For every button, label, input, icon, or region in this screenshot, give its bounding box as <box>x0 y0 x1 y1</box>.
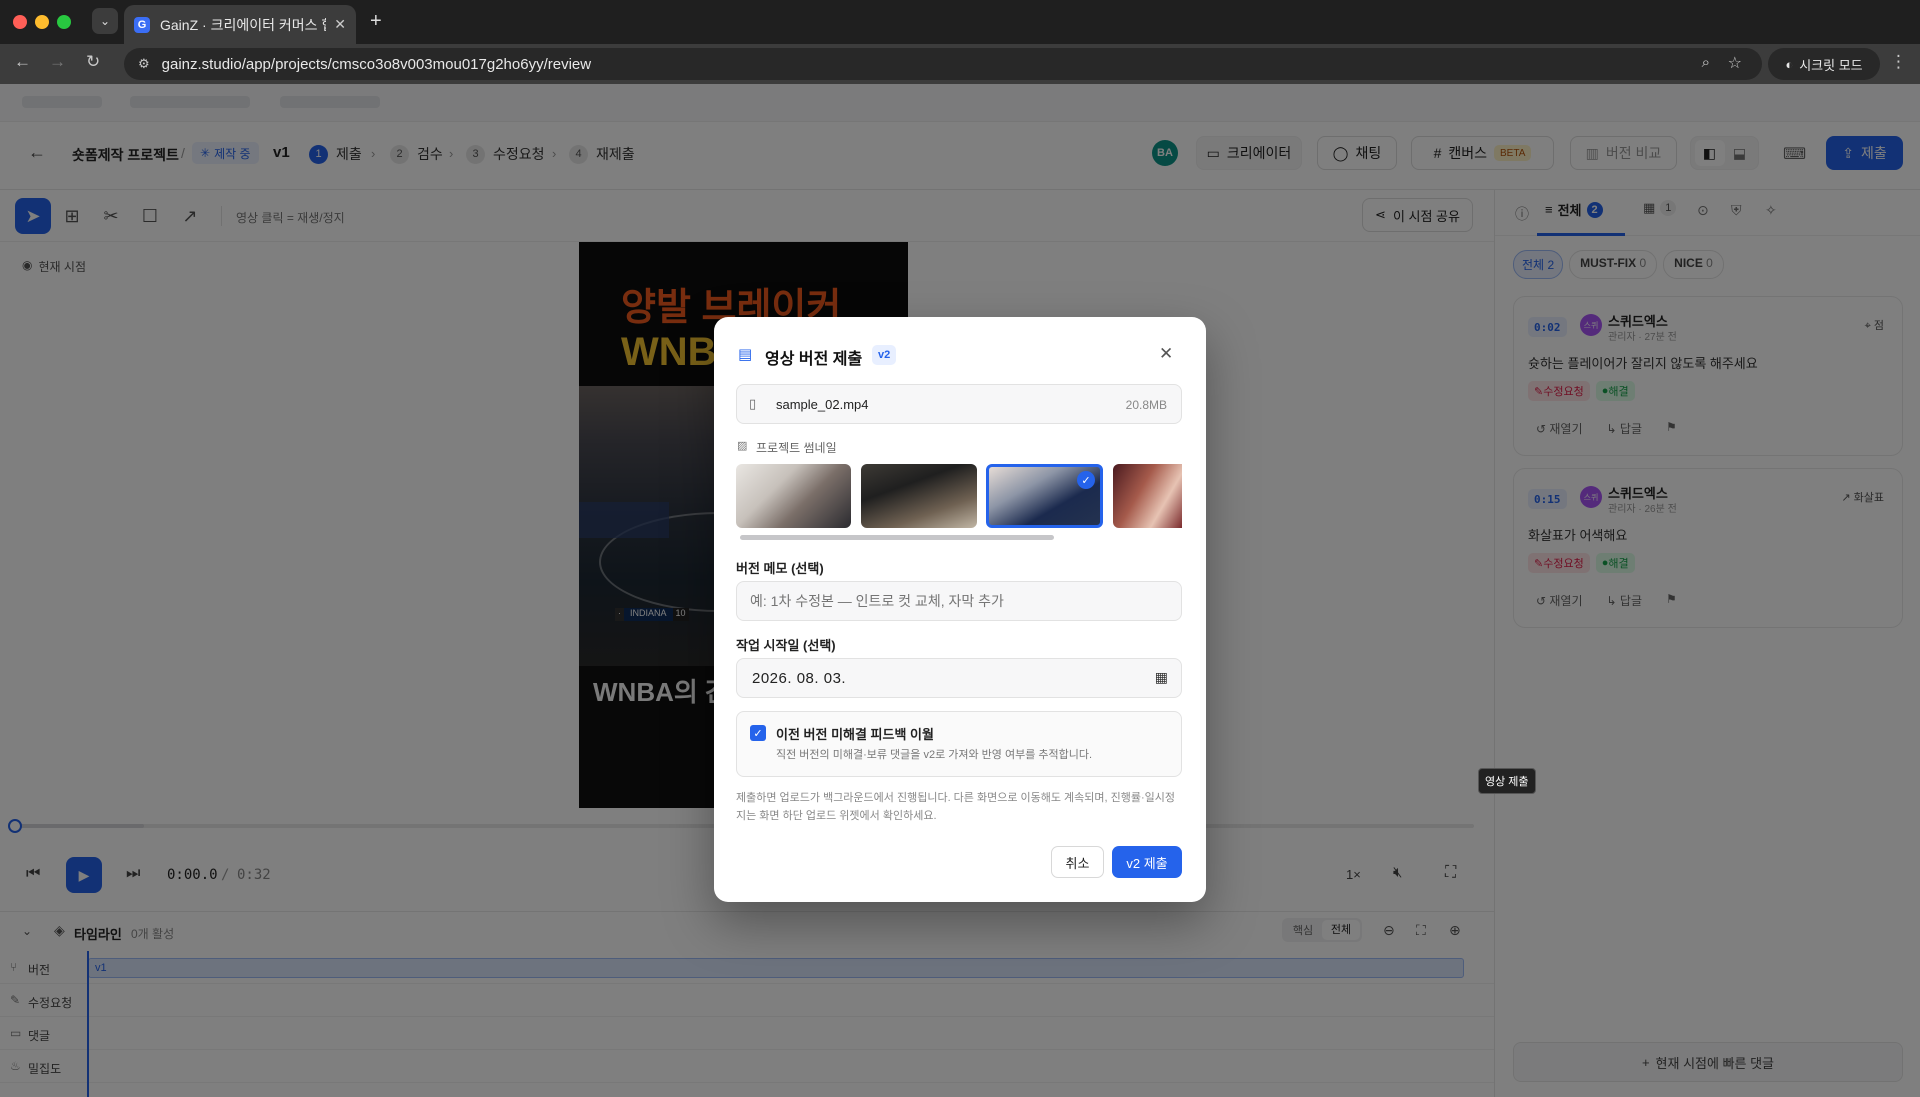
modal-title: 영상 버전 제출 <box>765 351 863 368</box>
site-info-icon[interactable]: ⚙ <box>138 56 150 72</box>
browser-tab[interactable]: G GainZ · 크리에이터 커머스 협업 C ✕ <box>124 5 356 44</box>
calendar-icon[interactable]: ▦ <box>1155 669 1168 686</box>
carry-over-checkbox[interactable]: ✓ <box>750 725 766 741</box>
back-icon[interactable]: ← <box>14 52 31 72</box>
thumbnail-option-3-selected[interactable]: ✓ <box>986 464 1103 528</box>
submit-version-modal: ▤ 영상 버전 제출 v2 ✕ ▯ sample_02.mp4 20.8MB ▨… <box>714 317 1206 902</box>
browser-menu-icon[interactable]: ⋮ <box>1890 52 1907 72</box>
minimize-window-button[interactable] <box>35 15 49 29</box>
image-icon: ▨ <box>737 440 748 452</box>
reload-icon[interactable]: ↻ <box>86 52 100 72</box>
incognito-label: 시크릿 모드 <box>1799 57 1863 73</box>
thumbnail-strip: ✓ <box>736 464 1182 528</box>
close-icon[interactable]: ✕ <box>1159 344 1173 364</box>
url-text: gainz.studio/app/projects/cmsco3o8v003mo… <box>161 55 592 73</box>
browser-toolbar: ← → ↻ ⚙ gainz.studio/app/projects/cmsco3… <box>0 44 1920 84</box>
memo-label: 버전 메모 (선택) <box>736 561 824 576</box>
tab-search-chevron-icon[interactable]: ⌄ <box>92 8 118 34</box>
start-date-field[interactable]: 2026. 08. 03. ▦ <box>736 658 1182 698</box>
file-row: ▯ sample_02.mp4 20.8MB <box>736 384 1182 424</box>
file-icon: ▯ <box>749 396 757 411</box>
submit-v2-button[interactable]: v2 제출 <box>1112 846 1182 878</box>
thumbnail-label: 프로젝트 썸네일 <box>756 441 837 455</box>
favicon-icon: G <box>134 16 150 33</box>
check-icon: ✓ <box>1077 471 1095 489</box>
zoom-icon[interactable]: ⌕ <box>1702 54 1710 71</box>
tab-title: GainZ · 크리에이터 커머스 협업 C <box>160 16 326 33</box>
file-size: 20.8MB <box>1125 398 1167 412</box>
memo-input[interactable] <box>736 581 1182 621</box>
close-tab-icon[interactable]: ✕ <box>334 16 346 33</box>
carry-over-title: 이전 버전 미해결 피드백 이월 <box>776 727 934 742</box>
browser-tabstrip: ⌄ G GainZ · 크리에이터 커머스 협업 C ✕ + <box>0 0 1920 44</box>
incognito-icon: ◐ <box>1785 56 1794 72</box>
address-bar[interactable]: ⚙ gainz.studio/app/projects/cmsco3o8v003… <box>124 48 1762 80</box>
incognito-indicator[interactable]: ◐ 시크릿 모드 <box>1768 48 1880 80</box>
submit-tooltip: 영상 제출 <box>1478 768 1536 794</box>
cancel-button[interactable]: 취소 <box>1051 846 1104 878</box>
start-date-value: 2026. 08. 03. <box>752 670 847 687</box>
carry-over-option: ✓ 이전 버전 미해결 피드백 이월 직전 버전의 미해결·보류 댓글을 v2로… <box>736 711 1182 777</box>
bookmark-star-icon[interactable]: ☆ <box>1728 53 1742 73</box>
thumbnail-option-1[interactable] <box>736 464 851 528</box>
new-tab-icon[interactable]: + <box>370 10 382 33</box>
carry-over-description: 직전 버전의 미해결·보류 댓글을 v2로 가져와 반영 여부를 추적합니다. <box>776 749 1093 761</box>
forward-icon[interactable]: → <box>49 52 66 72</box>
background-upload-notice: 제출하면 업로드가 백그라운드에서 진행됩니다. 다른 화면으로 이동해도 계속… <box>736 792 1176 822</box>
file-name: sample_02.mp4 <box>776 397 869 412</box>
thumbnail-option-4[interactable] <box>1113 464 1182 528</box>
document-icon: ▤ <box>738 346 753 363</box>
maximize-window-button[interactable] <box>57 15 71 29</box>
thumbnail-option-2[interactable] <box>861 464 977 528</box>
version-badge: v2 <box>872 345 897 365</box>
thumbnail-scrollbar[interactable] <box>740 535 1054 540</box>
start-date-label: 작업 시작일 (선택) <box>736 638 836 653</box>
close-window-button[interactable] <box>13 15 27 29</box>
